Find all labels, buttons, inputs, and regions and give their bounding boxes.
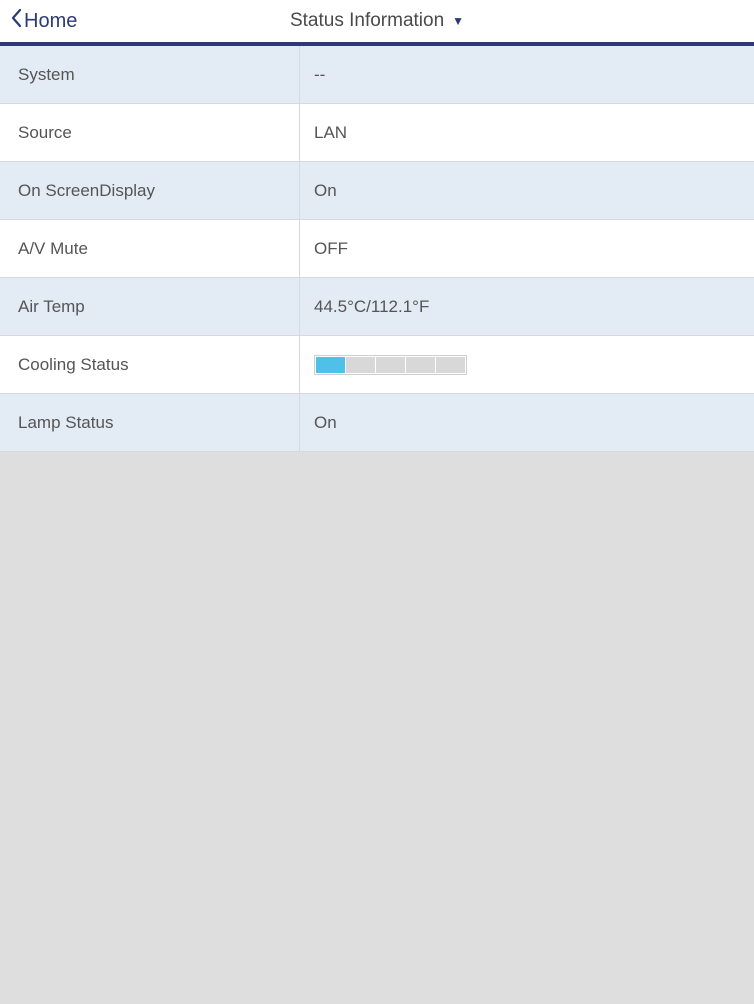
- status-row: A/V MuteOFF: [0, 220, 754, 278]
- status-value: LAN: [300, 104, 754, 161]
- status-row: On ScreenDisplayOn: [0, 162, 754, 220]
- cooling-segment: [376, 357, 405, 373]
- home-label: Home: [24, 10, 77, 33]
- status-table: System--SourceLANOn ScreenDisplayOnA/V M…: [0, 46, 754, 452]
- cooling-segment: [316, 357, 345, 373]
- status-label: Cooling Status: [0, 336, 300, 393]
- status-value: --: [300, 46, 754, 103]
- status-row: Lamp StatusOn: [0, 394, 754, 452]
- status-row: Cooling Status: [0, 336, 754, 394]
- page-title: Status Information: [290, 10, 444, 32]
- cooling-segment: [436, 357, 465, 373]
- cooling-bar: [314, 355, 467, 375]
- status-row: Air Temp44.5°C/112.1°F: [0, 278, 754, 336]
- status-value: On: [300, 162, 754, 219]
- chevron-left-icon: [10, 8, 22, 34]
- cooling-segment: [346, 357, 375, 373]
- header: Home Status Information ▼: [0, 0, 754, 46]
- status-label: System: [0, 46, 300, 103]
- status-row: SourceLAN: [0, 104, 754, 162]
- triangle-down-icon: ▼: [452, 14, 464, 28]
- status-row: System--: [0, 46, 754, 104]
- status-value: 44.5°C/112.1°F: [300, 278, 754, 335]
- home-link[interactable]: Home: [0, 8, 77, 34]
- status-value: OFF: [300, 220, 754, 277]
- status-label: Lamp Status: [0, 394, 300, 451]
- status-value: [300, 336, 754, 393]
- status-label: On ScreenDisplay: [0, 162, 300, 219]
- cooling-segment: [406, 357, 435, 373]
- status-label: Air Temp: [0, 278, 300, 335]
- page-title-dropdown[interactable]: Status Information ▼: [290, 10, 464, 32]
- status-label: A/V Mute: [0, 220, 300, 277]
- status-label: Source: [0, 104, 300, 161]
- status-value: On: [300, 394, 754, 451]
